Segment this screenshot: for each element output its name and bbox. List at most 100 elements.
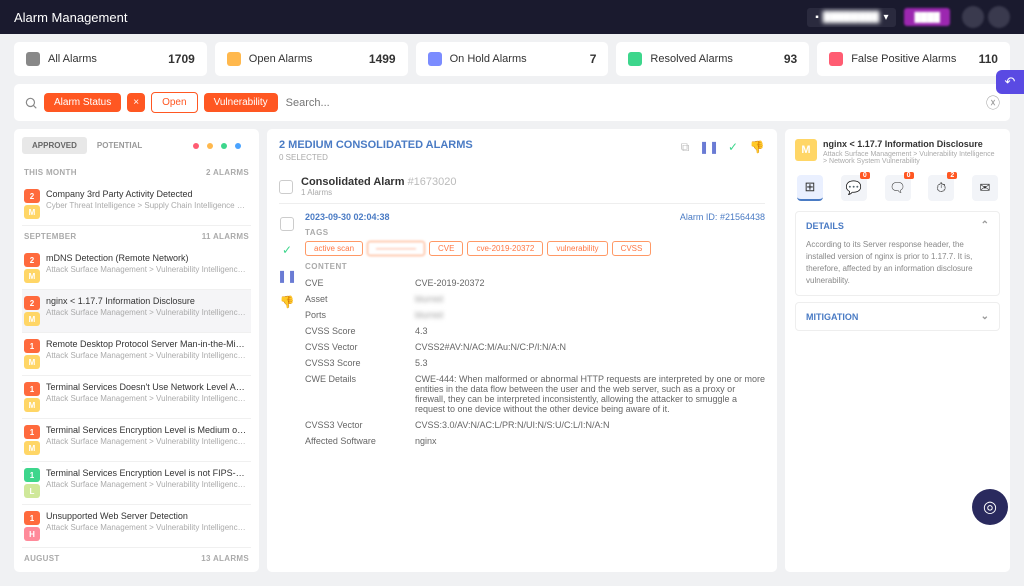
alarm-item[interactable]: 1MRemote Desktop Protocol Server Man-in-…: [22, 333, 251, 376]
stat-color-icon: [26, 52, 40, 66]
content-row: CVECVE-2019-20372: [305, 275, 765, 291]
details-accordion-header[interactable]: DETAILS⌃: [796, 212, 999, 239]
filter-open[interactable]: Open: [151, 92, 197, 113]
count-badge: 1: [24, 339, 40, 353]
detail-alarm-id[interactable]: Alarm ID: #21564438: [680, 212, 765, 222]
detail-reject-icon[interactable]: 👎: [279, 294, 295, 310]
alarm-item[interactable]: 1MTerminal Services Encryption Level is …: [22, 419, 251, 462]
help-fab[interactable]: ◎: [972, 489, 1008, 525]
clear-search-icon[interactable]: ⓧ: [986, 93, 1000, 113]
pause-icon[interactable]: ❚❚: [701, 139, 717, 155]
alarm-item[interactable]: 2MCompany 3rd Party Activity DetectedCyb…: [22, 183, 251, 226]
stat-color-icon: [628, 52, 642, 66]
legend-dot[interactable]: [193, 143, 199, 149]
header-icon-2[interactable]: [988, 6, 1010, 28]
severity-badge: M: [795, 139, 817, 161]
filter-alarm-status[interactable]: Alarm Status: [44, 93, 121, 112]
stat-count: 7: [590, 52, 597, 66]
legend-dot[interactable]: [235, 143, 241, 149]
stat-color-icon: [428, 52, 442, 66]
mitigation-accordion-header[interactable]: MITIGATION⌄: [796, 303, 999, 330]
right-breadcrumb: Attack Surface Management > Vulnerabilit…: [823, 151, 1000, 165]
user-menu[interactable]: ▪████████▾: [807, 8, 896, 27]
consolidated-sub: 1 Alarms: [301, 188, 457, 197]
panel-tab-icon[interactable]: ✉: [972, 175, 998, 201]
count-badge: 2: [24, 296, 40, 310]
stat-color-icon: [227, 52, 241, 66]
stat-card[interactable]: All Alarms1709: [14, 42, 207, 76]
stat-label: Resolved Alarms: [650, 53, 775, 65]
section-header: AUGUST13 ALARMS: [22, 548, 251, 569]
detail-checkbox[interactable]: [279, 216, 295, 232]
tab-approved[interactable]: APPROVED: [22, 137, 87, 154]
legend-dot[interactable]: [221, 143, 227, 149]
panel-tab-icon[interactable]: ⊞: [797, 175, 823, 201]
alarm-title: nginx < 1.17.7 Information Disclosure: [46, 296, 249, 306]
tag[interactable]: cve-2019-20372: [467, 241, 543, 256]
filter-remove[interactable]: ×: [127, 93, 145, 112]
detail-approve-icon[interactable]: ✓: [279, 242, 295, 258]
panel-tab-icon[interactable]: ⏱2: [928, 175, 954, 201]
alarm-sub: Cyber Threat Intelligence > Supply Chain…: [46, 201, 249, 210]
header-icon-1[interactable]: [962, 6, 984, 28]
count-badge: 1: [24, 382, 40, 396]
alarm-item[interactable]: 1LTerminal Services Encryption Level is …: [22, 462, 251, 505]
consolidated-checkbox[interactable]: [279, 180, 293, 194]
stat-count: 93: [784, 52, 797, 66]
reject-icon[interactable]: 👎: [749, 139, 765, 155]
content-row: CVSS3 VectorCVSS:3.0/AV:N/AC:L/PR:N/UI:N…: [305, 417, 765, 433]
section-header: SEPTEMBER11 ALARMS: [22, 226, 251, 247]
content-row: CVSS Score4.3: [305, 323, 765, 339]
severity-badge: M: [24, 205, 40, 219]
alarm-title: mDNS Detection (Remote Network): [46, 253, 249, 263]
stat-label: Open Alarms: [249, 53, 361, 65]
content-row: Portsblurred: [305, 307, 765, 323]
count-badge: 2: [24, 253, 40, 267]
alarm-sub: Attack Surface Management > Vulnerabilit…: [46, 308, 249, 317]
stat-card[interactable]: On Hold Alarms7: [416, 42, 609, 76]
details-body: According to its Server response header,…: [796, 239, 999, 295]
tag[interactable]: CVSS: [612, 241, 652, 256]
header-pill[interactable]: ████: [904, 8, 950, 26]
content-row: CWE DetailsCWE-444: When malformed or ab…: [305, 371, 765, 417]
stat-count: 1709: [168, 52, 195, 66]
alarm-item[interactable]: 2Mnginx < 1.17.7 Information DisclosureA…: [22, 290, 251, 333]
alarm-item[interactable]: 1MTerminal Services Doesn't Use Network …: [22, 376, 251, 419]
legend-dot[interactable]: [207, 143, 213, 149]
content-row: Affected Softwarenginx: [305, 433, 765, 449]
tag[interactable]: vulnerability: [547, 241, 607, 256]
content-row: CVSS3 Score5.3: [305, 355, 765, 371]
alarm-title: Terminal Services Encryption Level is no…: [46, 468, 249, 478]
content-row: CVSS VectorCVSS2#AV:N/AC:M/Au:N/C:P/I:N/…: [305, 339, 765, 355]
alarm-sub: Attack Surface Management > Vulnerabilit…: [46, 351, 249, 360]
search-input[interactable]: [284, 95, 980, 111]
alarm-title: Terminal Services Doesn't Use Network Le…: [46, 382, 249, 392]
filter-vulnerability[interactable]: Vulnerability: [204, 93, 278, 112]
search-icon: [24, 96, 38, 110]
stat-card[interactable]: Open Alarms 1499: [215, 42, 408, 76]
alarm-title: Terminal Services Encryption Level is Me…: [46, 425, 249, 435]
copy-icon[interactable]: ⧉: [677, 139, 693, 155]
stat-card[interactable]: False Positive Alarms110: [817, 42, 1010, 76]
tab-potential[interactable]: POTENTIAL: [87, 137, 152, 154]
approve-icon[interactable]: ✓: [725, 139, 741, 155]
stat-color-icon: [829, 52, 843, 66]
content-row: Assetblurred: [305, 291, 765, 307]
tag[interactable]: —————: [367, 241, 425, 256]
tag[interactable]: active scan: [305, 241, 363, 256]
undo-button[interactable]: ↶: [996, 70, 1024, 94]
detail-pause-icon[interactable]: ❚❚: [279, 268, 295, 284]
severity-badge: M: [24, 269, 40, 283]
alarm-item[interactable]: 1HUnsupported Web Server DetectionAttack…: [22, 505, 251, 548]
stat-card[interactable]: Resolved Alarms 93: [616, 42, 809, 76]
panel-tab-icon[interactable]: 💬0: [841, 175, 867, 201]
tags-label: TAGS: [305, 228, 765, 237]
count-badge: 1: [24, 511, 40, 525]
alarm-sub: Attack Surface Management > Vulnerabilit…: [46, 394, 249, 403]
consolidated-alarm-id: #1673020: [408, 176, 457, 188]
alarm-item[interactable]: 2MmDNS Detection (Remote Network)Attack …: [22, 247, 251, 290]
panel-tab-icon[interactable]: 🗨0: [885, 175, 911, 201]
count-badge: 2: [24, 189, 40, 203]
stat-count: 1499: [369, 52, 396, 66]
tag[interactable]: CVE: [429, 241, 463, 256]
